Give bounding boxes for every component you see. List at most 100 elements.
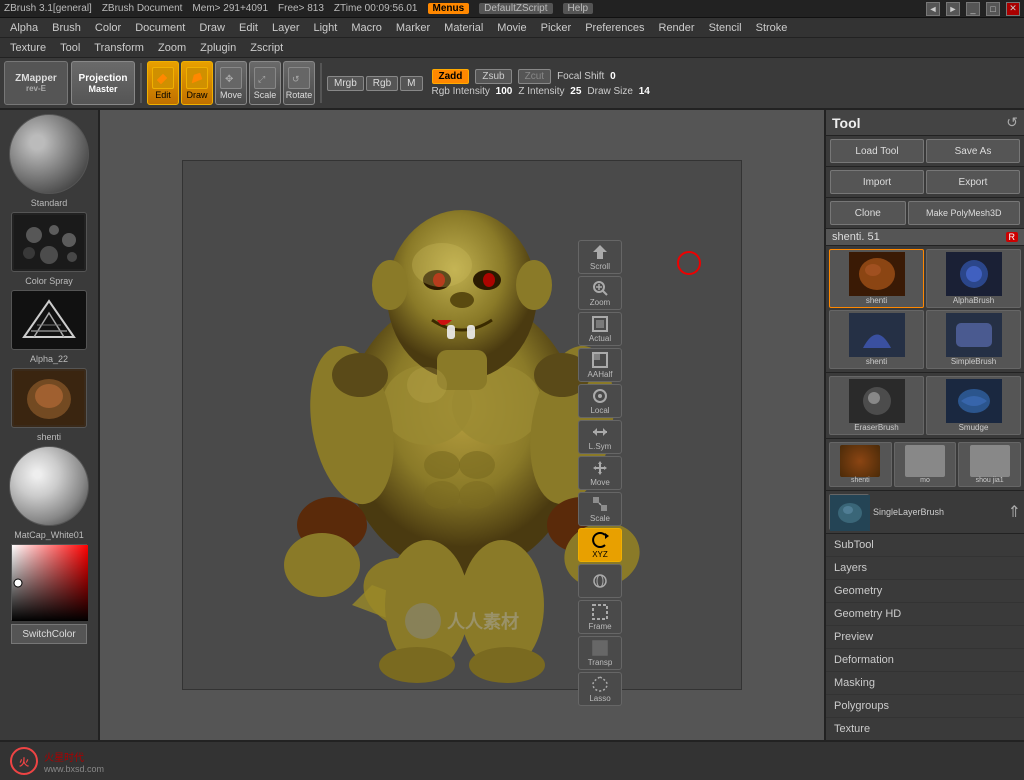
canvas-inner[interactable]: 人人素材 <box>182 160 742 690</box>
clone-poly-row: Clone Make PolyMesh3D <box>826 198 1024 229</box>
projection-master-button[interactable]: Projection Master <box>71 61 135 105</box>
clone-button[interactable]: Clone <box>830 201 906 225</box>
wm-text: 人人素材 <box>447 608 519 634</box>
brush-item-sm-2[interactable]: mo <box>894 442 957 487</box>
zadd-button[interactable]: Zadd <box>432 69 470 84</box>
menu-color[interactable]: Color <box>89 21 127 35</box>
tool-item-deformation[interactable]: Deformation <box>826 649 1024 672</box>
tool-item-preview[interactable]: Preview <box>826 626 1024 649</box>
lsym-tool[interactable]: L.Sym <box>578 420 622 454</box>
menu-stencil[interactable]: Stencil <box>703 21 748 35</box>
z-intensity-label: Z Intensity 25 <box>518 86 581 97</box>
export-button[interactable]: Export <box>926 170 1020 194</box>
brush-item-eraser[interactable]: EraserBrush <box>829 376 924 435</box>
move-button[interactable]: ✥ Move <box>215 61 247 105</box>
menu-edit[interactable]: Edit <box>233 21 264 35</box>
zcut-button[interactable]: Zcut <box>518 69 551 84</box>
menu-transform[interactable]: Transform <box>88 41 150 55</box>
local-tool[interactable]: Local <box>578 384 622 418</box>
aahalf-tool[interactable]: AAHalf <box>578 348 622 382</box>
zsub-button[interactable]: Zsub <box>475 69 511 84</box>
tool-item-geometry-hd[interactable]: Geometry HD <box>826 603 1024 626</box>
nav-left[interactable]: ◄ <box>926 2 940 16</box>
menu-stroke[interactable]: Stroke <box>750 21 794 35</box>
m-button[interactable]: M <box>400 76 422 91</box>
close-btn[interactable]: ✕ <box>1006 2 1020 16</box>
frame-tool[interactable]: Frame <box>578 600 622 634</box>
transp-tool[interactable]: Transp <box>578 636 622 670</box>
matcap-swatch[interactable] <box>9 446 89 526</box>
maximize-btn[interactable]: □ <box>986 2 1000 16</box>
refresh-icon[interactable]: ↺ <box>1006 114 1018 131</box>
tool-item-texture[interactable]: Texture <box>826 718 1024 740</box>
brush-item-smudge[interactable]: Smudge <box>926 376 1021 435</box>
menu-picker[interactable]: Picker <box>535 21 578 35</box>
switch-color-button[interactable]: SwitchColor <box>11 624 87 644</box>
standard-brush-swatch[interactable] <box>9 114 89 194</box>
zoom-tool[interactable]: Zoom <box>578 276 622 310</box>
tool-item-polygroups[interactable]: Polygroups <box>826 695 1024 718</box>
menu-brush[interactable]: Brush <box>46 21 87 35</box>
brush-item-sm-3[interactable]: shou jia1 <box>958 442 1021 487</box>
brush-label-shenti: shenti <box>866 296 887 305</box>
make-polymesh-button[interactable]: Make PolyMesh3D <box>908 201 1020 225</box>
color-spray-swatch[interactable] <box>11 212 87 272</box>
menu-zplugin[interactable]: Zplugin <box>194 41 242 55</box>
menu-material[interactable]: Material <box>438 21 489 35</box>
rotate-tool[interactable]: XYZ <box>578 528 622 562</box>
menu-document[interactable]: Document <box>129 21 191 35</box>
menu-macro[interactable]: Macro <box>345 21 388 35</box>
menu-zoom[interactable]: Zoom <box>152 41 192 55</box>
draw-button[interactable]: Draw <box>181 61 213 105</box>
brush-item-shenti2[interactable]: shenti <box>829 310 924 369</box>
menu-layer[interactable]: Layer <box>266 21 306 35</box>
zmapper-button[interactable]: ZMapper rev-E <box>4 61 68 105</box>
default-script[interactable]: DefaultZScript <box>479 3 552 14</box>
import-button[interactable]: Import <box>830 170 924 194</box>
menu-zscript[interactable]: Zscript <box>244 41 289 55</box>
load-tool-button[interactable]: Load Tool <box>830 139 924 163</box>
scale-tool[interactable]: Scale <box>578 492 622 526</box>
menu-preferences[interactable]: Preferences <box>579 21 650 35</box>
menu-alpha[interactable]: Alpha <box>4 21 44 35</box>
canvas-area[interactable]: 人人素材 Scroll Zoom Actual AAHalf <box>100 110 824 740</box>
rotate-button[interactable]: ↺ Rotate <box>283 61 315 105</box>
minimize-btn[interactable]: _ <box>966 2 980 16</box>
mem-info: Mem> 291+4091 <box>192 3 268 14</box>
rgb-button[interactable]: Rgb <box>366 76 398 91</box>
tool-item-subtool[interactable]: SubTool <box>826 534 1024 557</box>
mrgb-button[interactable]: Mrgb <box>327 76 364 91</box>
subtool-name-bar: shenti. 51 R <box>826 229 1024 246</box>
brush-item-sm-1[interactable]: shenti <box>829 442 892 487</box>
brush-item-simplebrush[interactable]: SimpleBrush <box>926 310 1021 369</box>
move-tool[interactable]: Move <box>578 456 622 490</box>
brush-item-alphabrush[interactable]: AlphaBrush <box>926 249 1021 308</box>
actual-tool[interactable]: Actual <box>578 312 622 346</box>
nav-right[interactable]: ► <box>946 2 960 16</box>
gyro-tool[interactable] <box>578 564 622 598</box>
menu-texture[interactable]: Texture <box>4 41 52 55</box>
menu-draw[interactable]: Draw <box>193 21 231 35</box>
scroll-tool[interactable]: Scroll <box>578 240 622 274</box>
save-as-button[interactable]: Save As <box>926 139 1020 163</box>
site-url: www.bxsd.com <box>44 764 104 774</box>
brush-item-shenti[interactable]: shenti <box>829 249 924 308</box>
menu-light[interactable]: Light <box>308 21 344 35</box>
single-brush-thumb[interactable] <box>829 494 869 530</box>
menus-btn[interactable]: Menus <box>428 3 470 14</box>
lasso-tool[interactable]: Lasso <box>578 672 622 706</box>
color-picker[interactable] <box>11 544 87 620</box>
tool-item-geometry[interactable]: Geometry <box>826 580 1024 603</box>
alpha-swatch[interactable] <box>11 290 87 350</box>
edit-button[interactable]: Edit <box>147 61 179 105</box>
brush-arrow-icon[interactable]: ⇑ <box>1008 502 1021 522</box>
help-btn[interactable]: Help <box>563 3 594 14</box>
menu-render[interactable]: Render <box>653 21 701 35</box>
menu-movie[interactable]: Movie <box>491 21 532 35</box>
tool-item-masking[interactable]: Masking <box>826 672 1024 695</box>
scale-button[interactable]: ⤢ Scale <box>249 61 281 105</box>
menu-tool[interactable]: Tool <box>54 41 86 55</box>
tool-item-layers[interactable]: Layers <box>826 557 1024 580</box>
menu-marker[interactable]: Marker <box>390 21 436 35</box>
shenti-swatch[interactable] <box>11 368 87 428</box>
